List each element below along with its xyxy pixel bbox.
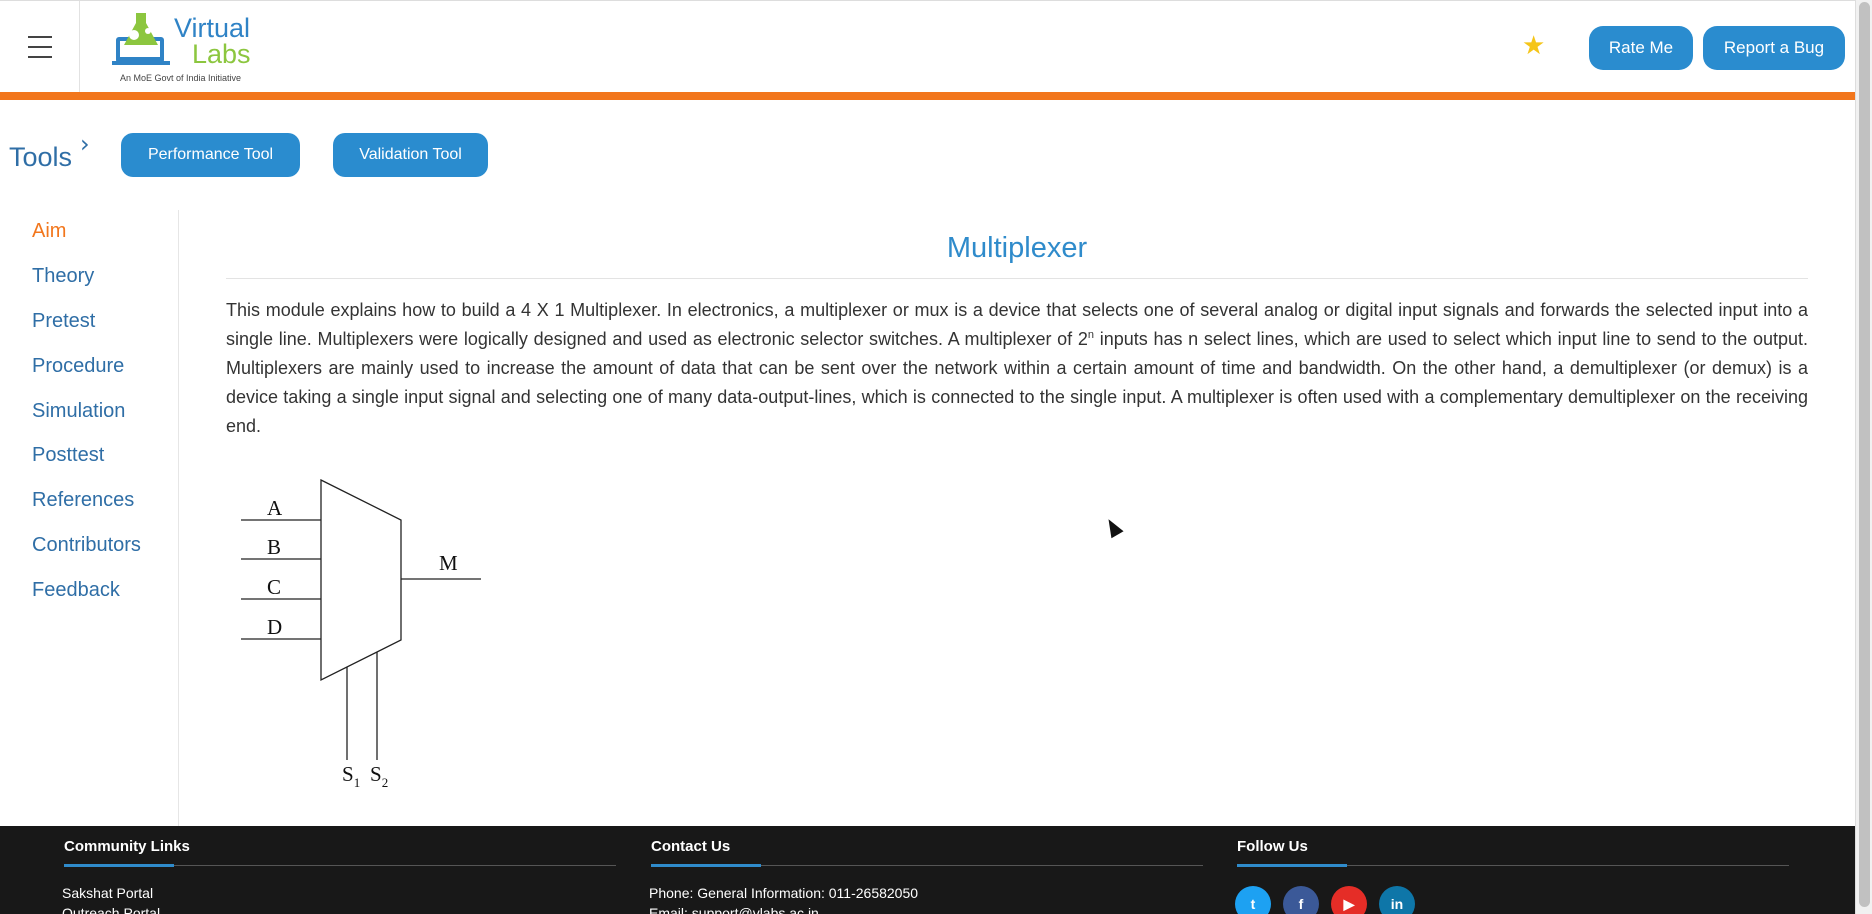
logo-tagline: An MoE Govt of India Initiative — [120, 73, 242, 83]
aim-paragraph: This module explains how to build a 4 X … — [226, 296, 1808, 441]
sidebar-item-contributors[interactable]: Contributors — [32, 534, 141, 557]
chevron-right-icon: › — [80, 130, 90, 158]
app-root: Virtual Labs An MoE Govt of India Initia… — [0, 0, 1872, 914]
page-footer: Community Links Sakshat Portal Outreach … — [0, 826, 1855, 914]
sidebar-nav: Aim Theory Pretest Procedure Simulation … — [0, 210, 179, 826]
sidebar-item-procedure[interactable]: Procedure — [32, 355, 124, 378]
mouse-cursor — [1102, 515, 1124, 539]
sidebar-item-simulation[interactable]: Simulation — [32, 400, 125, 423]
footer-divider-accent — [651, 864, 761, 867]
footer-link-outreach[interactable]: Outreach Portal — [62, 905, 160, 914]
sidebar-item-pretest[interactable]: Pretest — [32, 310, 95, 333]
input-label-c: C — [267, 575, 281, 599]
input-label-d: D — [267, 615, 282, 639]
page-scrollbar[interactable] — [1855, 0, 1872, 914]
linkedin-icon[interactable]: in — [1379, 886, 1415, 914]
hamburger-icon — [27, 32, 52, 62]
youtube-icon[interactable]: ▶ — [1331, 886, 1367, 914]
facebook-icon[interactable]: f — [1283, 886, 1319, 914]
star-icon[interactable]: ★ — [1522, 31, 1552, 61]
footer-contact-email[interactable]: Email: support@vlabs.ac.in — [649, 905, 819, 914]
footer-follow-heading: Follow Us — [1237, 838, 1308, 855]
top-header: Virtual Labs An MoE Govt of India Initia… — [0, 0, 1855, 94]
footer-divider-accent — [64, 864, 174, 867]
multiplexer-diagram: A B C D M S1 S2 — [241, 478, 481, 790]
page-title: Multiplexer — [946, 232, 1088, 264]
select-label-s1-base: S — [342, 762, 354, 786]
validation-tool-button[interactable]: Validation Tool — [333, 133, 488, 177]
report-bug-button[interactable]: Report a Bug — [1703, 26, 1845, 70]
tools-label: Tools — [9, 142, 73, 172]
footer-contact-heading: Contact Us — [651, 838, 731, 855]
virtual-labs-logo[interactable]: Virtual Labs An MoE Govt of India Initia… — [108, 7, 258, 87]
logo-word-labs: Labs — [192, 39, 251, 69]
sidebar-item-theory[interactable]: Theory — [32, 265, 94, 288]
select-label-s2: S2 — [370, 762, 388, 790]
rate-me-button[interactable]: Rate Me — [1589, 26, 1693, 70]
sidebar-item-aim[interactable]: Aim — [32, 220, 66, 243]
hamburger-menu-button[interactable] — [0, 1, 80, 93]
header-accent-bar — [0, 92, 1855, 100]
footer-contact-phone: Phone: General Information: 011-26582050 — [649, 885, 919, 901]
sidebar-item-feedback[interactable]: Feedback — [32, 579, 120, 602]
twitter-icon[interactable]: t — [1235, 886, 1271, 914]
logo-word-virtual: Virtual — [174, 13, 251, 43]
sidebar-item-references[interactable]: References — [32, 489, 134, 512]
sidebar-item-posttest[interactable]: Posttest — [32, 444, 104, 467]
footer-divider-accent — [1237, 864, 1347, 867]
input-label-b: B — [267, 535, 281, 559]
flask-logo-icon — [112, 13, 170, 65]
output-label-m: M — [439, 551, 458, 575]
select-label-s1: S1 — [342, 762, 360, 790]
footer-link-sakshat[interactable]: Sakshat Portal — [62, 885, 153, 901]
title-divider — [226, 278, 1808, 279]
footer-community-heading: Community Links — [64, 838, 190, 855]
scrollbar-thumb[interactable] — [1859, 2, 1870, 907]
performance-tool-button[interactable]: Performance Tool — [121, 133, 300, 177]
mux-body — [320, 478, 402, 682]
input-label-a: A — [267, 496, 283, 520]
select-label-s2-sub: 2 — [382, 775, 389, 790]
select-label-s2-base: S — [370, 762, 382, 786]
select-label-s1-sub: 1 — [354, 775, 361, 790]
